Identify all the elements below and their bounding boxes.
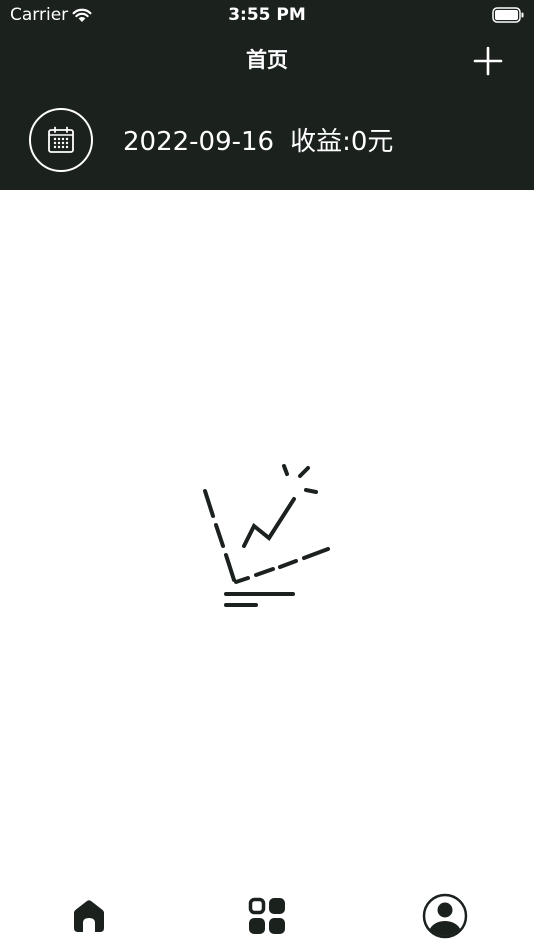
summary-date: 2022-09-16: [123, 127, 275, 157]
calendar-icon: [48, 126, 74, 153]
tab-home[interactable]: [65, 892, 113, 940]
user-icon: [422, 893, 468, 939]
summary-income: 收益:0元: [290, 127, 394, 157]
header: Carrier 3:55 PM 首页 2022-09-16 收益:0元: [0, 0, 534, 190]
income-summary: 2022-09-16 收益:0元: [123, 124, 393, 160]
tab-bar: [0, 880, 534, 950]
battery-icon: [492, 7, 524, 23]
plus-icon: [473, 46, 503, 76]
status-time: 3:55 PM: [228, 5, 306, 25]
tab-profile[interactable]: [421, 892, 469, 940]
status-bar: Carrier 3:55 PM: [0, 0, 534, 30]
line-chart-illustration: [203, 464, 330, 607]
calendar-button[interactable]: [29, 108, 93, 172]
home-icon: [74, 900, 104, 932]
page-title: 首页: [246, 48, 288, 72]
grid-icon: [248, 897, 285, 934]
add-button[interactable]: [468, 41, 508, 81]
tab-grid[interactable]: [243, 892, 291, 940]
